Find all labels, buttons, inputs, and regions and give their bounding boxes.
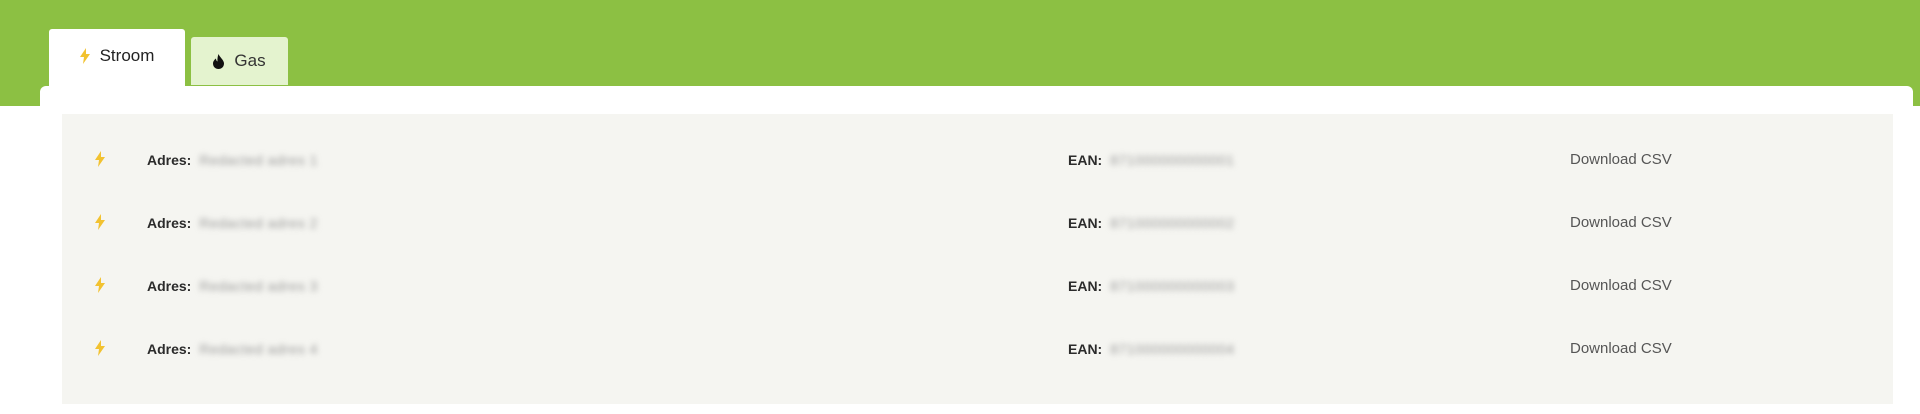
adres-field: Adres: Redacted adres 3 [147,278,318,294]
connection-row: Adres: Redacted adres 2 EAN: 87100000000… [62,191,1893,254]
bolt-icon [79,48,90,64]
connection-list: Adres: Redacted adres 1 EAN: 87100000000… [62,114,1893,404]
adres-label: Adres: [147,214,192,231]
tab-gas-label: Gas [234,51,266,70]
adres-value: Redacted adres 3 [199,277,318,294]
download-csv-link[interactable]: Download CSV [1570,214,1672,231]
adres-label: Adres: [147,340,192,357]
adres-value: Redacted adres 4 [199,340,318,357]
connection-row: Adres: Redacted adres 4 EAN: 87100000000… [62,317,1893,380]
ean-label: EAN: [1068,340,1103,357]
download-csv-link[interactable]: Download CSV [1570,151,1672,168]
tab-stroom[interactable]: Stroom [49,29,185,87]
tab-stroom-label: Stroom [99,46,155,65]
download-csv-link[interactable]: Download CSV [1570,277,1672,294]
bolt-icon [95,214,105,234]
ean-value: 871000000000001 [1110,151,1235,168]
tab-gas[interactable]: Gas [191,37,288,85]
ean-value: 871000000000004 [1110,340,1235,357]
adres-field: Adres: Redacted adres 4 [147,341,318,357]
adres-field: Adres: Redacted adres 2 [147,215,318,231]
ean-label: EAN: [1068,277,1103,294]
ean-field: EAN: 871000000000004 [1068,341,1235,357]
ean-field: EAN: 871000000000001 [1068,152,1235,168]
connection-row: Adres: Redacted adres 1 EAN: 87100000000… [62,128,1893,191]
ean-value: 871000000000002 [1110,214,1235,231]
adres-value: Redacted adres 2 [199,214,318,231]
ean-label: EAN: [1068,151,1103,168]
download-csv-link[interactable]: Download CSV [1570,340,1672,357]
content-panel: Adres: Redacted adres 1 EAN: 87100000000… [40,86,1913,414]
adres-label: Adres: [147,151,192,168]
bolt-icon [95,340,105,360]
bolt-icon [95,151,105,171]
connection-row: Adres: Redacted adres 3 EAN: 87100000000… [62,254,1893,317]
flame-icon [213,53,225,69]
ean-label: EAN: [1068,214,1103,231]
ean-field: EAN: 871000000000002 [1068,215,1235,231]
adres-value: Redacted adres 1 [199,151,318,168]
ean-field: EAN: 871000000000003 [1068,278,1235,294]
ean-value: 871000000000003 [1110,277,1235,294]
tab-bar: Stroom Gas [49,29,288,87]
adres-field: Adres: Redacted adres 1 [147,152,318,168]
bolt-icon [95,277,105,297]
adres-label: Adres: [147,277,192,294]
